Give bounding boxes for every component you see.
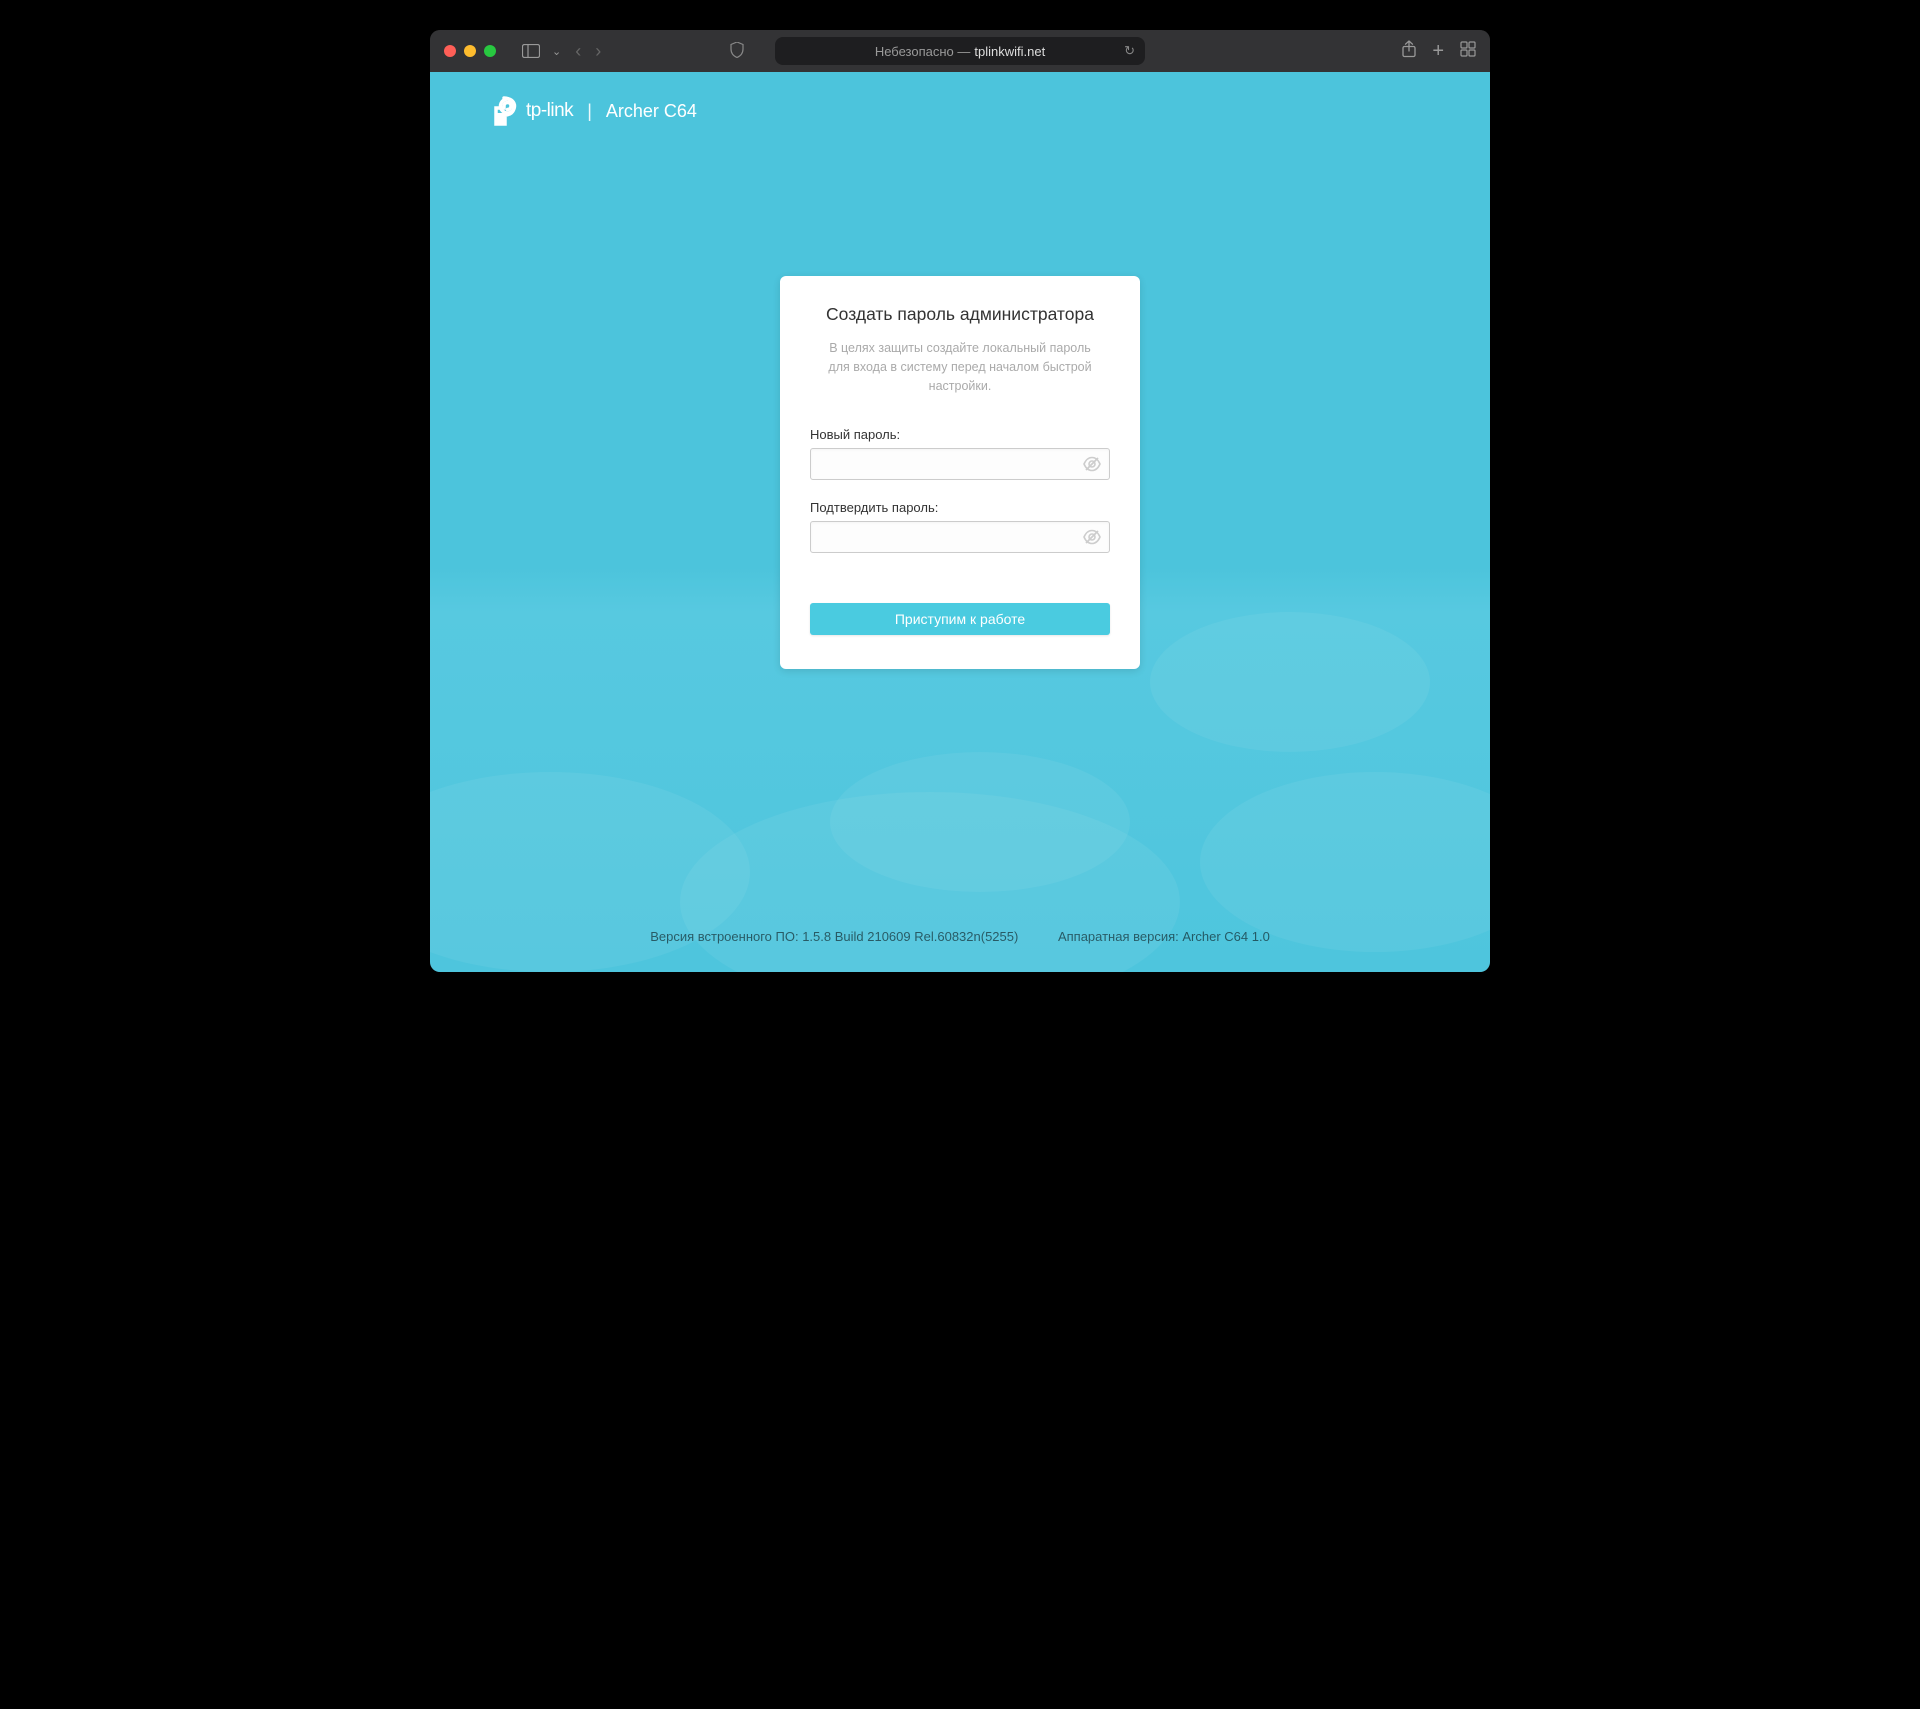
- reload-button[interactable]: ↻: [1124, 43, 1135, 59]
- tab-overview-button[interactable]: [1460, 41, 1476, 62]
- card-subtitle: В целях защиты создайте локальный пароль…: [810, 339, 1110, 395]
- tplink-logo-icon: [490, 96, 520, 126]
- confirm-password-label: Подтвердить пароль:: [810, 500, 1110, 515]
- window-maximize-button[interactable]: [484, 45, 496, 57]
- page-content: tp-link | Archer C64 Создать пароль адми…: [430, 72, 1490, 972]
- toggle-password-visibility-icon[interactable]: [1082, 454, 1102, 474]
- new-tab-button[interactable]: +: [1432, 40, 1444, 63]
- toolbar-right: +: [1402, 40, 1476, 63]
- security-status: Небезопасно —: [875, 44, 971, 59]
- brand-name: tp-link: [526, 100, 573, 122]
- card-title: Создать пароль администратора: [810, 304, 1110, 325]
- sidebar-icon: [522, 44, 540, 58]
- nav-buttons: ⌄ ‹ ›: [520, 40, 605, 62]
- traffic-lights: [444, 45, 496, 57]
- titlebar: ⌄ ‹ › Небезопасно — tplinkwifi.net ↻ +: [430, 30, 1490, 72]
- sidebar-toggle-button[interactable]: [520, 40, 542, 62]
- window-close-button[interactable]: [444, 45, 456, 57]
- address-bar[interactable]: Небезопасно — tplinkwifi.net ↻: [775, 37, 1145, 65]
- back-button[interactable]: ‹: [571, 41, 585, 62]
- page-header: tp-link | Archer C64: [430, 72, 1490, 126]
- forward-button[interactable]: ›: [591, 41, 605, 62]
- confirm-password-input[interactable]: [810, 521, 1110, 553]
- header-divider: |: [587, 101, 592, 122]
- toggle-confirm-visibility-icon[interactable]: [1082, 527, 1102, 547]
- new-password-label: Новый пароль:: [810, 427, 1110, 442]
- new-password-input[interactable]: [810, 448, 1110, 480]
- browser-window: ⌄ ‹ › Небезопасно — tplinkwifi.net ↻ +: [430, 30, 1490, 972]
- brand-logo: tp-link: [490, 96, 573, 126]
- firmware-version: Версия встроенного ПО: 1.5.8 Build 21060…: [650, 929, 1018, 944]
- confirm-password-group: Подтвердить пароль:: [810, 500, 1110, 553]
- new-password-group: Новый пароль:: [810, 427, 1110, 480]
- privacy-shield-icon[interactable]: [730, 42, 744, 61]
- chevron-down-icon[interactable]: ⌄: [548, 45, 565, 58]
- window-minimize-button[interactable]: [464, 45, 476, 57]
- share-button[interactable]: [1402, 40, 1416, 63]
- page-footer: Версия встроенного ПО: 1.5.8 Build 21060…: [430, 929, 1490, 944]
- model-name: Archer C64: [606, 101, 697, 122]
- address-host: tplinkwifi.net: [974, 44, 1045, 59]
- setup-card: Создать пароль администратора В целях за…: [780, 276, 1140, 669]
- start-button[interactable]: Приступим к работе: [810, 603, 1110, 635]
- hardware-version: Аппаратная версия: Archer C64 1.0: [1058, 929, 1270, 944]
